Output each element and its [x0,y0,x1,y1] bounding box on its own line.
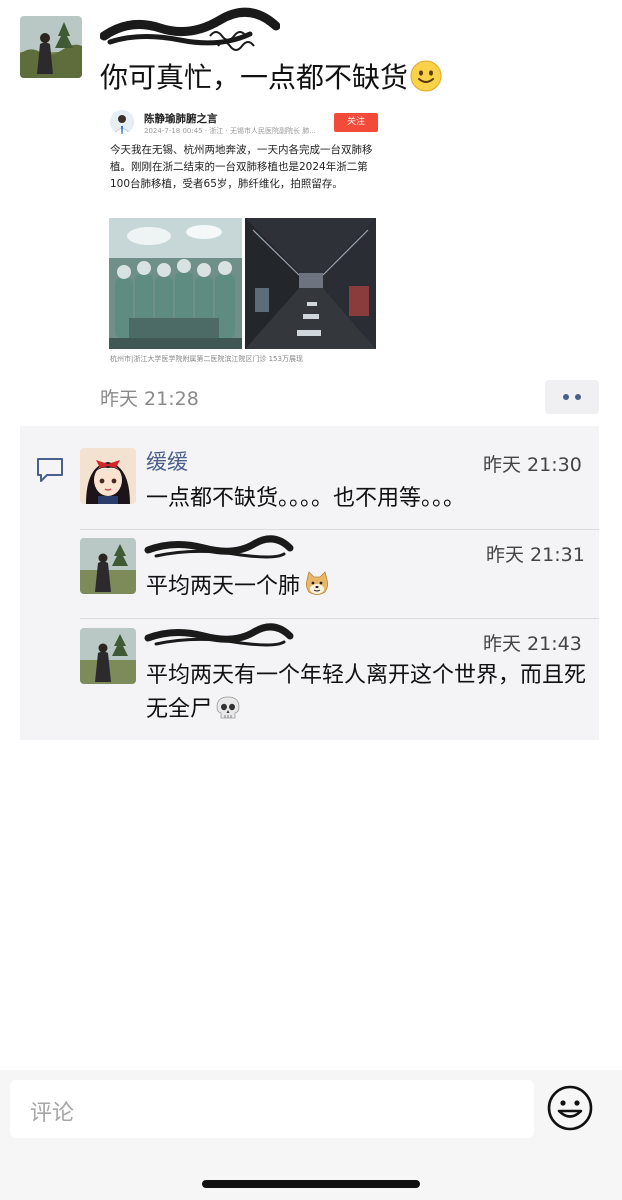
surgery-team-photo[interactable] [109,218,242,349]
home-indicator [202,1180,420,1188]
post-text-content: 你可真忙，一点都不缺货 [100,61,409,94]
commenter-avatar[interactable] [80,628,136,684]
dot [575,394,581,400]
smiley-face-icon[interactable] [546,1084,594,1132]
comment-bubble-icon [37,458,63,482]
poster-avatar[interactable] [20,16,82,78]
skull-emoji-icon [216,696,240,719]
comment-time: 昨天 21:30 [483,454,582,476]
comment-time: 昨天 21:43 [483,633,582,655]
commenter-name[interactable]: 缓缓 [146,446,188,476]
comment-bar: 评论 [0,1070,622,1200]
post-time: 昨天 21:28 [100,388,199,410]
dot [563,394,569,400]
comment-divider [80,618,599,619]
comment-text: 一点都不缺货。。。。也不用等。。。 [146,486,466,511]
comment-text-content: 平均两天有一个年轻人离开这个世界，而且死无全尸 [146,663,587,722]
shared-weibo-card[interactable]: 陈静瑜肺腑之言 2024-7-18 00:45 · 浙江 · 无锡市人民医院副院… [104,104,380,374]
comment-text: 平均两天一个肺 [146,570,586,604]
follow-button[interactable]: 关注 [334,113,378,132]
card-meta: 2024-7-18 00:45 · 浙江 · 无锡市人民医院副院长 肺... [144,127,316,135]
redacted-commenter-name [144,623,294,647]
comment-text-content: 平均两天一个肺 [146,574,301,599]
hospital-corridor-photo[interactable] [245,218,376,349]
comment-divider [80,529,599,530]
comment-time: 昨天 21:31 [486,544,585,566]
commenter-avatar[interactable] [80,538,136,594]
card-body-text: 今天我在无锡、杭州两地奔波，一天内各完成一台双肺移植。刚刚在浙二结束的一台双肺移… [110,144,373,190]
doge-emoji-icon [305,571,329,595]
comment-text: 平均两天有一个年轻人离开这个世界，而且死无全尸 [146,659,586,727]
post-text: 你可真忙，一点都不缺货 [100,58,442,98]
redacted-author-name [100,7,280,51]
commenter-avatar[interactable] [80,448,136,504]
card-location: 杭州市|浙江大学医学院附属第二医院滨江院区门诊 153万展现 [110,355,303,363]
card-author-name[interactable]: 陈静瑜肺腑之言 [144,111,218,126]
comments-section: 缓缓 昨天 21:30 一点都不缺货。。。。也不用等。。。 昨天 21:31 平… [20,426,599,740]
comment-input[interactable]: 评论 [10,1080,534,1138]
smile-emoji-icon [410,60,442,92]
card-author-avatar [110,110,134,134]
more-dots-icon[interactable] [545,380,599,414]
redacted-commenter-name [144,535,294,559]
